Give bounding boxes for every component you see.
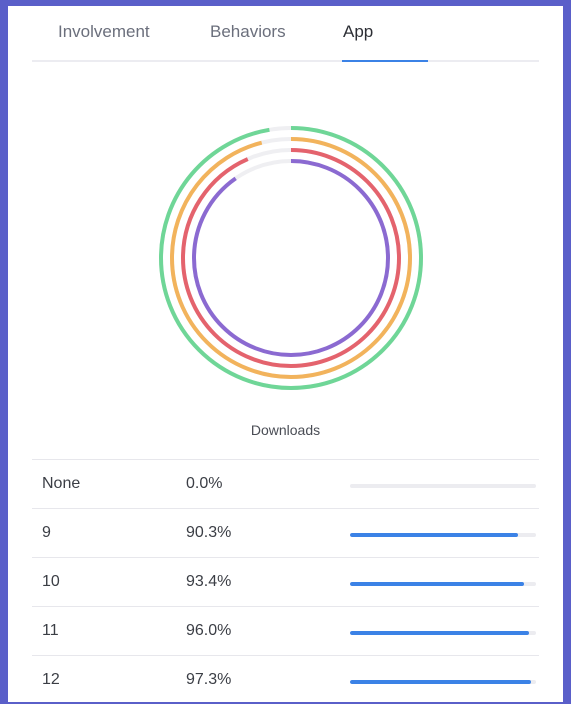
row-percent: 93.4% — [186, 573, 231, 591]
tab-app[interactable]: App — [343, 22, 373, 42]
tab-bar: Involvement Behaviors App — [32, 6, 539, 62]
row-label: 9 — [42, 524, 51, 542]
radial-bar-arc — [161, 128, 421, 388]
table-row: 10 93.4% — [32, 557, 539, 606]
tab-involvement[interactable]: Involvement — [58, 22, 150, 42]
progress-bar-track — [350, 533, 536, 537]
table-row: 12 97.3% — [32, 655, 539, 704]
row-percent: 90.3% — [186, 524, 231, 542]
row-percent: 0.0% — [186, 475, 222, 493]
radial-bar-arc — [194, 161, 388, 355]
active-tab-indicator — [342, 60, 428, 62]
row-percent: 97.3% — [186, 671, 231, 689]
progress-bar-fill — [350, 631, 529, 635]
table-row: None 0.0% — [32, 459, 539, 508]
progress-bar-fill — [350, 680, 531, 684]
row-label: 11 — [42, 622, 59, 640]
progress-bar-fill — [350, 582, 524, 586]
tab-behaviors[interactable]: Behaviors — [210, 22, 286, 42]
row-label: 10 — [42, 573, 60, 591]
table-row: 11 96.0% — [32, 606, 539, 655]
row-label: None — [42, 475, 80, 493]
table-row: 9 90.3% — [32, 508, 539, 557]
downloads-radial-chart — [151, 118, 431, 398]
row-percent: 96.0% — [186, 622, 231, 640]
progress-bar-fill — [350, 533, 518, 537]
chart-title: Downloads — [8, 422, 563, 438]
row-label: 12 — [42, 671, 60, 689]
progress-bar-track — [350, 680, 536, 684]
progress-bar-track — [350, 582, 536, 586]
progress-bar-track — [350, 484, 536, 488]
app-panel: Involvement Behaviors App Downloads None… — [8, 0, 563, 702]
radial-bar-arc — [183, 150, 399, 366]
downloads-table: None 0.0% 9 90.3% 10 93.4% 11 96.0% 12 97.3% — [32, 459, 539, 704]
radial-bar-arc — [172, 139, 410, 377]
progress-bar-track — [350, 631, 536, 635]
